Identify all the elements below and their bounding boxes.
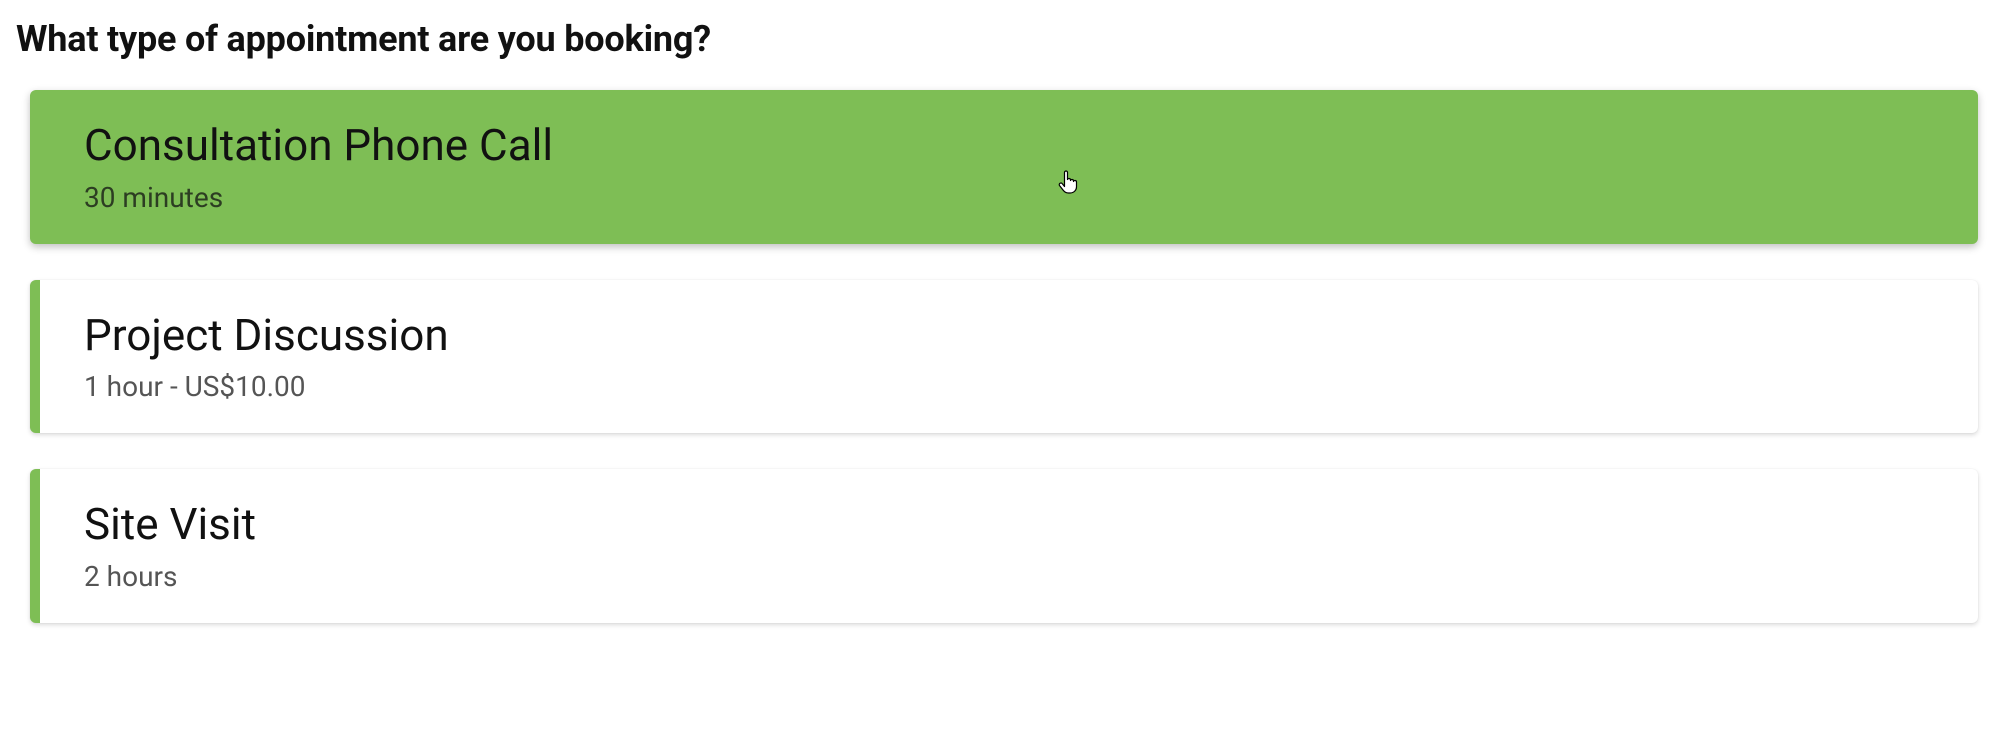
appointment-option-project-discussion[interactable]: Project Discussion 1 hour - US$10.00 [30, 280, 1978, 434]
option-title: Site Visit [84, 499, 1934, 550]
appointment-options-list: Consultation Phone Call 30 minutes Proje… [16, 90, 1992, 623]
appointment-option-site-visit[interactable]: Site Visit 2 hours [30, 469, 1978, 623]
appointment-option-consultation-phone-call[interactable]: Consultation Phone Call 30 minutes [30, 90, 1978, 244]
option-meta: 30 minutes [84, 181, 1934, 214]
option-title: Project Discussion [84, 310, 1934, 361]
form-heading: What type of appointment are you booking… [16, 18, 1992, 60]
option-meta: 1 hour - US$10.00 [84, 370, 1934, 403]
appointment-type-form: What type of appointment are you booking… [16, 18, 1992, 623]
option-title: Consultation Phone Call [84, 120, 1934, 171]
option-meta: 2 hours [84, 560, 1934, 593]
